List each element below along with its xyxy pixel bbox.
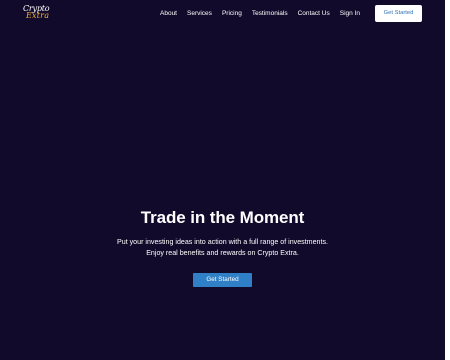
hero-description-line-2: Enjoy real benefits and rewards on Crypt…: [146, 249, 299, 257]
header-get-started-button[interactable]: Get Started: [375, 5, 422, 22]
main-menu: About Services Pricing Testimonials Cont…: [160, 9, 360, 19]
hero-get-started-button[interactable]: Get Started: [193, 273, 252, 287]
hero-description-line-1: Put your investing ideas into action wit…: [117, 238, 328, 246]
nav-link-testimonials[interactable]: Testimonials: [252, 10, 288, 18]
nav-link-sign-in[interactable]: Sign In: [340, 10, 360, 18]
nav-link-pricing[interactable]: Pricing: [222, 10, 242, 18]
hero-section: Trade in the Moment Put your investing i…: [0, 207, 445, 287]
top-navigation: Crypto Extra About Services Pricing Test…: [0, 0, 445, 28]
crypto-extra-logo[interactable]: Crypto Extra: [23, 5, 55, 21]
hero-description: Put your investing ideas into action wit…: [0, 237, 445, 259]
landing-page: Crypto Extra About Services Pricing Test…: [0, 0, 445, 360]
nav-link-about[interactable]: About: [160, 10, 177, 18]
nav-link-contact-us[interactable]: Contact Us: [298, 10, 330, 18]
hero-title: Trade in the Moment: [140, 208, 305, 227]
nav-link-services[interactable]: Services: [187, 10, 212, 18]
logo-extra-text: Extra: [26, 11, 50, 20]
